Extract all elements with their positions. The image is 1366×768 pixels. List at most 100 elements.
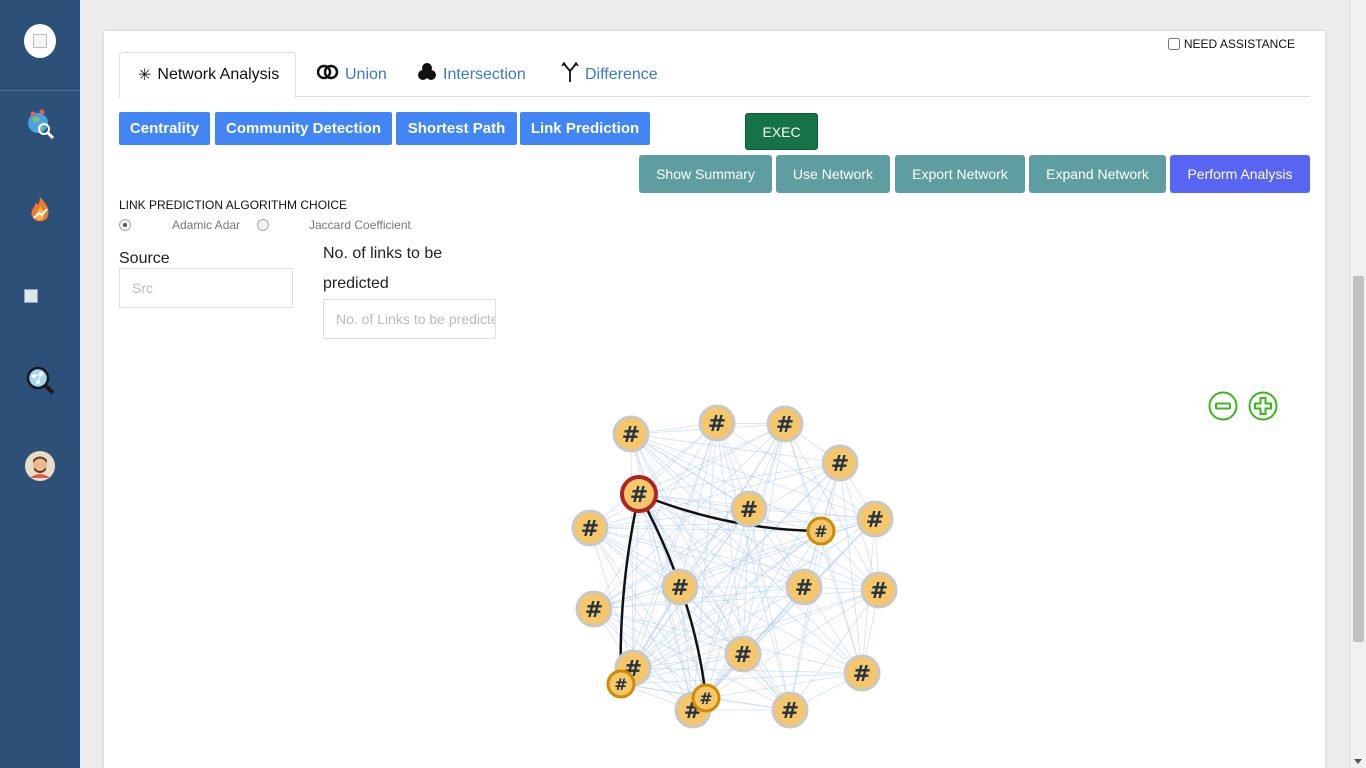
graph-edge	[742, 518, 876, 655]
graph-node[interactable]: #	[766, 405, 804, 443]
graph-node[interactable]: #	[821, 444, 859, 482]
graph-edge	[593, 518, 876, 610]
graph-edge	[820, 518, 876, 532]
graph-edge	[638, 493, 694, 711]
graph-edge	[716, 422, 744, 655]
graph-edge	[679, 518, 876, 588]
predicted-node[interactable]: #	[806, 516, 836, 546]
graph-edge	[632, 667, 863, 674]
expand-network-button[interactable]: Expand Network	[1029, 155, 1166, 193]
graph-node[interactable]: #	[571, 509, 609, 547]
graph-node[interactable]: #	[785, 568, 823, 606]
shortest-path-button[interactable]: Shortest Path	[396, 112, 517, 145]
links-count-input[interactable]	[323, 299, 496, 339]
graph-edge	[620, 667, 634, 685]
graph-node[interactable]: #	[698, 404, 736, 442]
graph-edge	[593, 508, 750, 610]
svg-text:#: #	[740, 498, 758, 523]
graph-edge	[620, 508, 750, 685]
graph-edge	[589, 527, 707, 699]
export-network-button[interactable]: Export Network	[895, 155, 1025, 193]
graph-edge	[679, 423, 786, 588]
exec-button[interactable]: EXEC	[745, 113, 818, 150]
broken-image-icon[interactable]	[24, 280, 56, 312]
centrality-button[interactable]: Centrality	[119, 112, 210, 145]
graph-edge	[638, 493, 791, 711]
svg-text:#: #	[781, 699, 799, 724]
graph-node[interactable]: #	[612, 415, 650, 453]
graph-node[interactable]: #	[575, 590, 613, 628]
tab-difference[interactable]: Difference	[561, 52, 658, 97]
graph-edge	[620, 672, 863, 685]
graph-edge	[716, 422, 791, 711]
graph-node[interactable]: #	[856, 500, 894, 538]
tab-union[interactable]: Union	[316, 52, 387, 97]
show-summary-button[interactable]: Show Summary	[639, 155, 772, 193]
svg-text:#: #	[614, 675, 627, 694]
logo-icon[interactable]	[24, 24, 56, 58]
jaccard-coefficient-label: Jaccard Coefficient	[309, 218, 411, 232]
scroll-down-arrow[interactable]	[1354, 759, 1362, 764]
community-detection-button[interactable]: Community Detection	[215, 112, 392, 145]
graph-edge	[589, 527, 805, 588]
svg-text:#: #	[624, 657, 642, 682]
graph-edge	[638, 462, 841, 495]
graph-node[interactable]: #	[771, 691, 809, 729]
graph-node[interactable]: #	[614, 649, 652, 687]
graph-edge	[742, 586, 805, 655]
graph-edge	[803, 586, 863, 674]
operation-tabs: ✳ Network Analysis Union Intersection Di…	[119, 52, 1310, 98]
graph-node[interactable]: #	[730, 490, 768, 528]
zoom-in-icon[interactable]	[1248, 391, 1278, 421]
link-prediction-button[interactable]: Link Prediction	[520, 112, 650, 145]
graph-edge	[593, 608, 744, 655]
graph-edge	[784, 423, 822, 532]
graph-edge	[632, 653, 744, 669]
graph-edge	[748, 423, 786, 510]
network-search-icon[interactable]	[24, 364, 56, 396]
graph-edge	[589, 527, 863, 674]
tab-intersection[interactable]: Intersection	[417, 52, 526, 97]
graph-edge	[638, 493, 805, 588]
graph-edges	[589, 422, 880, 711]
predicted-node[interactable]: #	[691, 683, 721, 713]
graph-edge	[593, 586, 681, 610]
tab-network-analysis[interactable]: ✳ Network Analysis	[119, 52, 297, 98]
scrollbar-thumb[interactable]	[1353, 276, 1364, 642]
trending-flame-icon[interactable]	[24, 194, 56, 226]
graph-edge	[620, 683, 791, 711]
svg-text:#: #	[814, 522, 827, 541]
source-input[interactable]	[119, 268, 293, 308]
graph-node[interactable]: #	[661, 568, 699, 606]
graph-edge	[589, 527, 791, 711]
graph-edge	[630, 433, 841, 464]
source-node[interactable]: #	[620, 475, 658, 513]
graph-edge	[620, 586, 681, 685]
zoom-out-icon[interactable]	[1208, 391, 1238, 421]
need-assistance[interactable]: NEED ASSISTANCE	[1167, 37, 1295, 51]
graph-nodes[interactable]: # # #### #### # #### ### ##	[571, 404, 898, 729]
graph-edge	[638, 493, 876, 520]
graph-node[interactable]: #	[674, 691, 712, 729]
user-avatar-icon[interactable]	[24, 450, 56, 482]
adamic-adar-radio[interactable]	[119, 219, 131, 231]
graph-edge	[748, 508, 805, 588]
use-network-button[interactable]: Use Network	[776, 155, 890, 193]
graph-edge	[589, 423, 786, 529]
graph-edge	[593, 423, 786, 610]
graph-edge	[630, 422, 718, 435]
page-scrollbar[interactable]	[1349, 0, 1366, 768]
graph-edge	[638, 493, 744, 655]
graph-edge	[632, 493, 640, 669]
predicted-node[interactable]: #	[606, 669, 636, 699]
graph-node[interactable]: #	[860, 571, 898, 609]
graph-edge	[679, 422, 718, 588]
globe-search-icon[interactable]	[24, 108, 56, 140]
graph-edge	[679, 586, 694, 711]
graph-node[interactable]: #	[724, 635, 762, 673]
svg-text:#: #	[853, 662, 871, 687]
jaccard-coefficient-radio[interactable]	[257, 219, 269, 231]
perform-analysis-button[interactable]: Perform Analysis	[1170, 155, 1310, 193]
need-assistance-checkbox[interactable]	[1167, 38, 1180, 50]
graph-node[interactable]: #	[843, 654, 881, 692]
